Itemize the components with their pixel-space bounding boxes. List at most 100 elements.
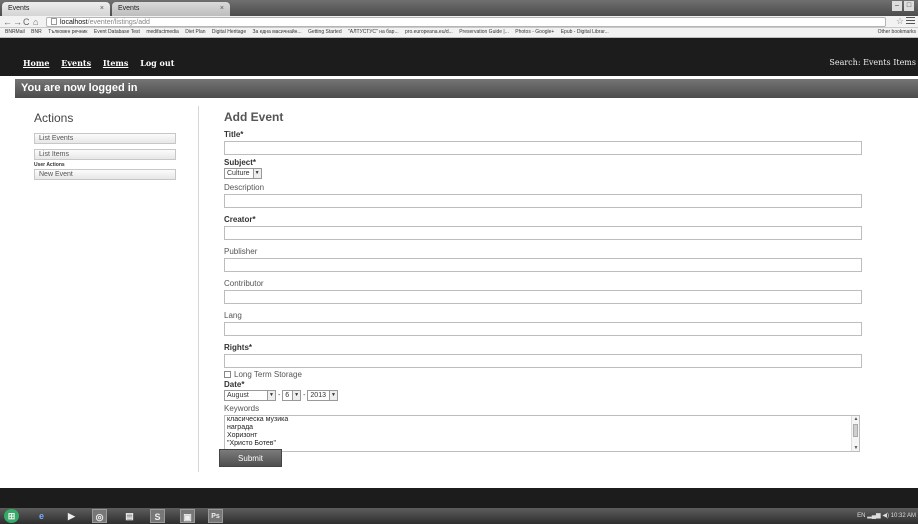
start-icon[interactable]: ⊞ bbox=[4, 509, 19, 523]
form-title: Add Event bbox=[224, 110, 284, 124]
browser-tab-events-1[interactable]: Events × bbox=[2, 2, 110, 16]
add-event-form: Add Event Title* Subject* Culture ▼ Descr… bbox=[224, 110, 864, 452]
volume-icon[interactable]: ◀) bbox=[882, 513, 889, 519]
bookmark[interactable]: Preservation Guide |... bbox=[459, 28, 509, 37]
search-events-link[interactable]: Events bbox=[863, 58, 891, 67]
star-icon[interactable]: ☆ bbox=[896, 16, 904, 27]
scroll-down-icon[interactable]: ▼ bbox=[852, 445, 859, 451]
browser-tab-strip: Events × Events × – □ bbox=[0, 0, 918, 16]
new-event-button[interactable]: New Event bbox=[34, 169, 176, 180]
bookmark[interactable]: Тълковен речник bbox=[48, 28, 87, 37]
year-select[interactable]: 2013 ▼ bbox=[307, 390, 338, 401]
system-tray: EN ▂▄▆ ◀) 10:32 AM bbox=[857, 509, 916, 523]
bookmark[interactable]: Getting Started bbox=[308, 28, 342, 37]
bookmark[interactable]: Epub - Digital Librar... bbox=[561, 28, 609, 37]
list-events-button[interactable]: List Events bbox=[34, 133, 176, 144]
language-indicator[interactable]: EN bbox=[857, 513, 865, 519]
page-icon bbox=[51, 18, 57, 25]
window-icon[interactable]: ▣ bbox=[180, 509, 195, 523]
keywords-scrollbar[interactable]: ▲ ▼ bbox=[851, 416, 859, 451]
ie-icon[interactable]: e bbox=[34, 509, 49, 523]
nav-events-link[interactable]: Events bbox=[61, 58, 91, 68]
search-label: Search: bbox=[829, 58, 861, 67]
nav-home-link[interactable]: Home bbox=[23, 58, 49, 68]
publisher-label: Publisher bbox=[224, 247, 258, 256]
month-select[interactable]: August ▼ bbox=[224, 390, 276, 401]
long-term-storage-row: Long Term Storage bbox=[224, 370, 864, 380]
reload-icon[interactable]: C bbox=[23, 16, 30, 28]
submit-button[interactable]: Submit bbox=[219, 449, 282, 467]
nav-logout-link[interactable]: Log out bbox=[140, 58, 174, 68]
keyword-option[interactable]: Хоризонт bbox=[225, 432, 859, 440]
bookmark[interactable]: pro.europeana.eu/d... bbox=[405, 28, 453, 37]
subject-row: Culture ▼ bbox=[224, 168, 864, 181]
bookmark[interactable]: За една масичнайн... bbox=[253, 28, 302, 37]
network-icon[interactable]: ▂▄▆ bbox=[867, 513, 882, 519]
scroll-up-icon[interactable]: ▲ bbox=[852, 416, 859, 422]
rights-label: Rights* bbox=[224, 343, 252, 352]
menu-icon[interactable] bbox=[906, 17, 915, 26]
year-value: 2013 bbox=[310, 392, 326, 399]
day-select[interactable]: 6 ▼ bbox=[282, 390, 302, 401]
chrome-icon[interactable]: ◎ bbox=[92, 509, 107, 523]
search-nav: Search: Events Items bbox=[829, 58, 916, 67]
bookmark[interactable]: "АЛТУСТУС" на бар... bbox=[348, 28, 399, 37]
publisher-input[interactable] bbox=[224, 258, 862, 272]
keyword-option[interactable]: "Христо Ботев" bbox=[225, 440, 859, 448]
clock[interactable]: 10:32 AM bbox=[891, 513, 916, 519]
maximize-icon[interactable]: □ bbox=[904, 1, 914, 11]
browser-tab-events-2[interactable]: Events × bbox=[112, 2, 230, 16]
content-divider bbox=[198, 106, 199, 472]
chevron-down-icon: ▼ bbox=[252, 169, 261, 178]
photoshop-icon[interactable]: Ps bbox=[208, 509, 223, 523]
contributor-input[interactable] bbox=[224, 290, 862, 304]
forward-icon[interactable]: → bbox=[13, 16, 22, 28]
bookmark[interactable]: medifactmedia bbox=[146, 28, 179, 37]
folder-icon[interactable]: ▤ bbox=[122, 509, 137, 523]
os-taskbar: ⊞ e ▶ ◎ ▤ S ▣ Ps EN ▂▄▆ ◀) 10:32 AM bbox=[0, 508, 918, 524]
bookmarks-bar: BNRMail BNR Тълковен речник Event Databa… bbox=[0, 28, 918, 38]
month-value: August bbox=[227, 392, 249, 399]
bookmark[interactable]: Photos - Google+ bbox=[515, 28, 554, 37]
creator-input[interactable] bbox=[224, 226, 862, 240]
close-icon[interactable]: × bbox=[220, 2, 224, 15]
bookmark[interactable]: BNR bbox=[31, 28, 42, 37]
rights-input[interactable] bbox=[224, 354, 862, 368]
url-path: /eventer/listings/add bbox=[87, 19, 150, 26]
scroll-thumb[interactable] bbox=[853, 424, 858, 437]
bookmark[interactable]: BNRMail bbox=[5, 28, 25, 37]
creator-label: Creator* bbox=[224, 215, 256, 224]
app-header bbox=[0, 38, 918, 76]
description-label: Description bbox=[224, 183, 265, 192]
description-input[interactable] bbox=[224, 194, 862, 208]
skype-icon[interactable]: S bbox=[150, 509, 165, 523]
contributor-label: Contributor bbox=[224, 279, 264, 288]
date-separator: - bbox=[277, 392, 281, 399]
title-input[interactable] bbox=[224, 141, 862, 155]
keywords-listbox[interactable]: класическа музика награда Хоризонт "Хрис… bbox=[224, 415, 860, 452]
search-items-link[interactable]: Items bbox=[893, 58, 916, 67]
keyword-option[interactable]: награда bbox=[225, 424, 859, 432]
media-icon[interactable]: ▶ bbox=[64, 509, 79, 523]
bookmark[interactable]: Digital Heritage bbox=[212, 28, 246, 37]
url-host: localhost bbox=[60, 19, 88, 26]
bookmark[interactable]: Diet Plan bbox=[185, 28, 205, 37]
chevron-down-icon: ▼ bbox=[267, 391, 275, 400]
nav-items-link[interactable]: Items bbox=[103, 58, 129, 68]
list-items-button[interactable]: List Items bbox=[34, 149, 176, 160]
actions-sidebar: Actions List Events List Items User Acti… bbox=[34, 111, 176, 182]
back-icon[interactable]: ← bbox=[3, 16, 12, 28]
subject-select[interactable]: Culture ▼ bbox=[224, 168, 262, 179]
page-footer bbox=[0, 488, 918, 508]
minimize-icon[interactable]: – bbox=[892, 1, 902, 11]
long-term-storage-checkbox[interactable] bbox=[224, 371, 231, 378]
keyword-option[interactable]: класическа музика bbox=[225, 416, 859, 424]
bookmark[interactable]: Event Database Test bbox=[94, 28, 140, 37]
subject-label: Subject* bbox=[224, 158, 257, 167]
lang-input[interactable] bbox=[224, 322, 862, 336]
other-bookmarks[interactable]: Other bookmarks bbox=[874, 28, 916, 37]
close-icon[interactable]: × bbox=[100, 2, 104, 15]
chevron-down-icon: ▼ bbox=[328, 391, 337, 400]
home-icon[interactable]: ⌂ bbox=[33, 16, 38, 28]
address-bar[interactable]: localhost/eventer/listings/add bbox=[46, 17, 886, 27]
